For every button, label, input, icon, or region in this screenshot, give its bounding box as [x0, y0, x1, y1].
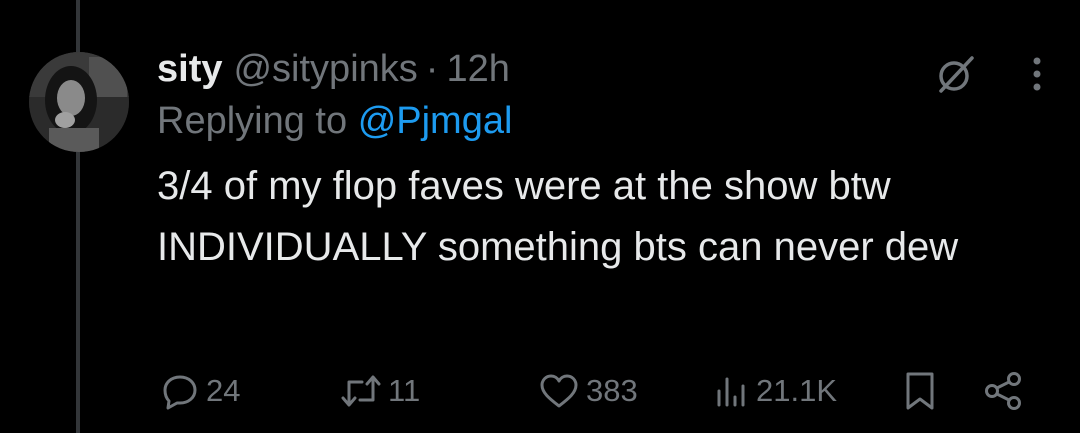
views-button[interactable]: 21.1K — [714, 368, 837, 414]
views-count: 21.1K — [756, 373, 838, 408]
share-button[interactable] — [982, 368, 1024, 414]
replying-to: Replying to @Pjmgal — [157, 98, 1037, 144]
display-name[interactable]: sity — [157, 46, 222, 92]
action-bar: 24 11 383 21.1K — [160, 368, 1030, 414]
bookmark-icon — [903, 370, 937, 412]
reply-count: 24 — [206, 373, 241, 408]
more-vertical-icon[interactable] — [1032, 55, 1042, 98]
separator-dot: · — [425, 48, 439, 90]
bookmark-button[interactable] — [903, 368, 937, 414]
avatar[interactable] — [29, 52, 129, 152]
reply-button[interactable]: 24 — [160, 368, 240, 414]
tweet-text: 3/4 of my flop faves were at the show bt… — [157, 164, 959, 269]
reply-icon — [160, 371, 200, 411]
grok-slash-icon[interactable] — [934, 52, 978, 101]
like-icon — [538, 371, 580, 411]
tweet-body: sity @sitypinks · 12h Replying to @Pjmga… — [157, 46, 1037, 278]
tweet-top-controls — [934, 52, 1042, 101]
repost-icon — [340, 371, 382, 411]
like-button[interactable]: 383 — [538, 368, 638, 414]
user-handle[interactable]: @sitypinks — [233, 46, 417, 92]
tweet-header: sity @sitypinks · 12h — [157, 46, 1037, 92]
timestamp[interactable]: 12h — [446, 46, 509, 92]
like-count: 383 — [586, 373, 638, 408]
repost-count: 11 — [388, 373, 421, 408]
replying-prefix: Replying to — [157, 100, 348, 142]
views-icon — [714, 371, 750, 411]
repost-button[interactable]: 11 — [340, 368, 420, 414]
replying-to-handle[interactable]: @Pjmgal — [358, 100, 513, 142]
avatar-image — [29, 52, 129, 152]
share-icon — [982, 370, 1024, 412]
